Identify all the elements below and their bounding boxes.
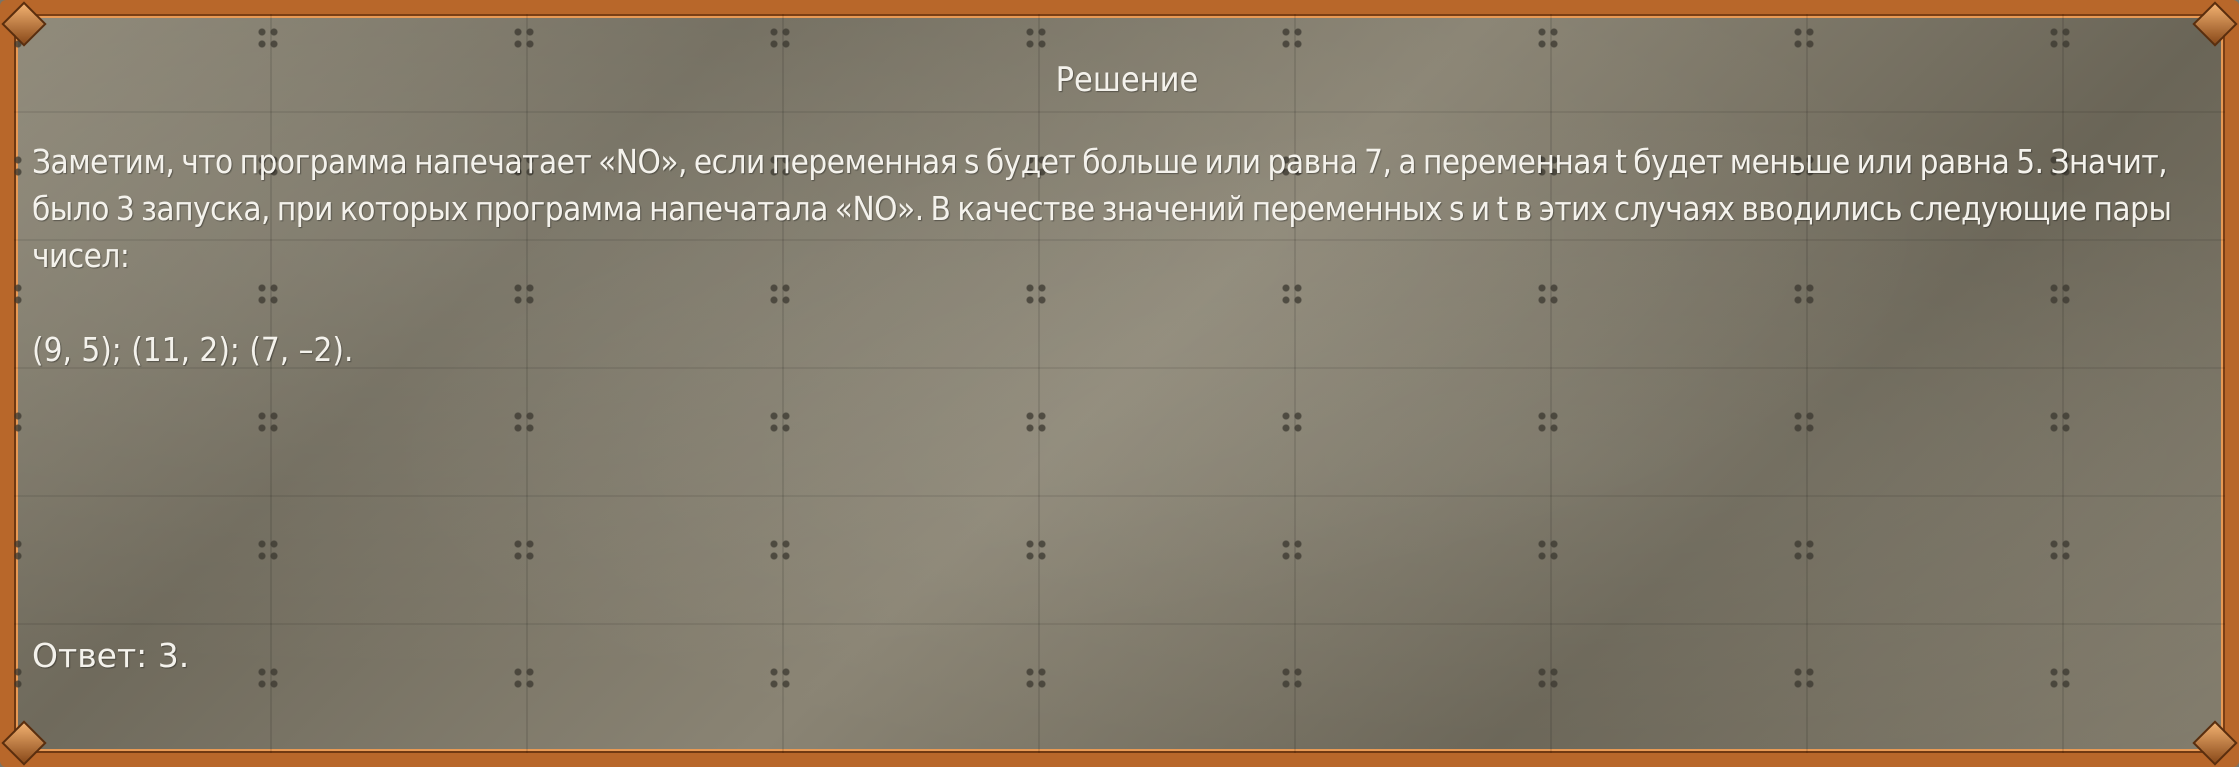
number-pairs: (9, 5); (11, 2); (7, –2). bbox=[32, 330, 354, 369]
answer-text: Ответ: 3. bbox=[32, 636, 190, 675]
solution-paragraph: Заметим, что программа напечатает «NO», … bbox=[32, 142, 2172, 275]
solution-content: Решение Заметим, что программа напечатае… bbox=[32, 50, 2222, 373]
solution-title: Решение bbox=[1055, 60, 1199, 100]
corner-ornament-bottom-right bbox=[2192, 720, 2238, 766]
corner-ornament-top-right bbox=[2192, 1, 2238, 47]
corner-ornament-top-left bbox=[1, 1, 47, 47]
corner-ornament-bottom-left bbox=[1, 720, 47, 766]
